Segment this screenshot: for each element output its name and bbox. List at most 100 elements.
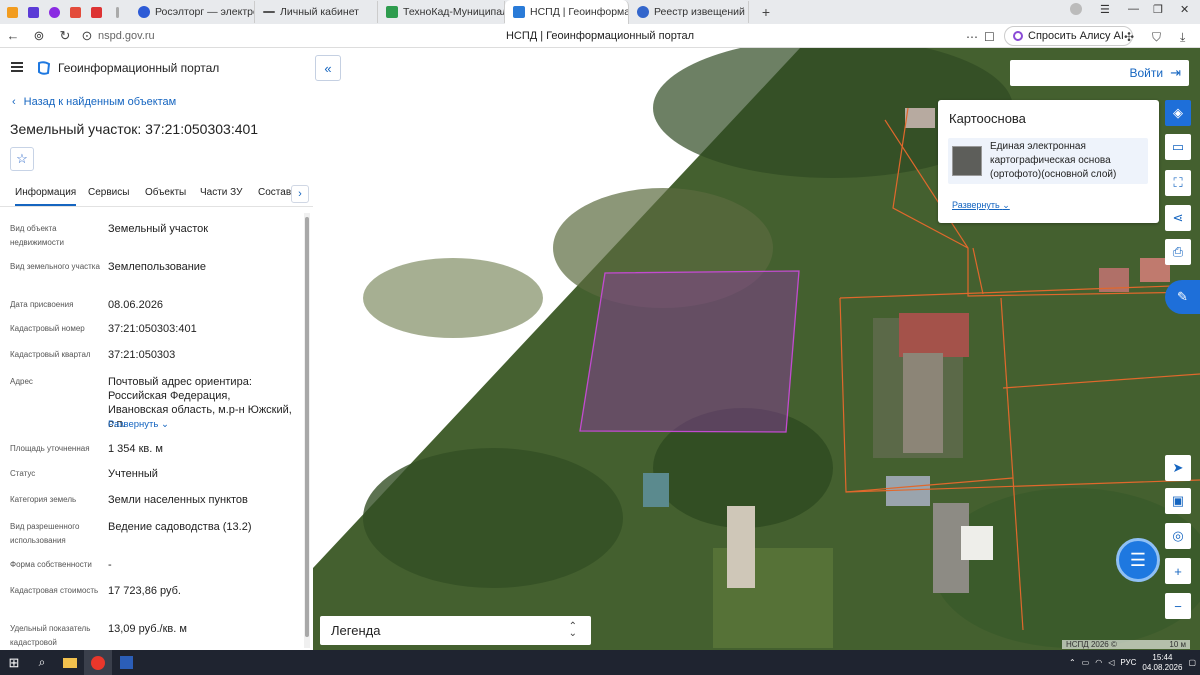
zoom-in-button[interactable]: + — [1165, 558, 1191, 584]
wifi-icon[interactable]: ◠ — [1095, 658, 1102, 667]
app-header: Геоинформационный портал — [0, 48, 313, 88]
select-area-button[interactable]: ⛶ — [1165, 170, 1191, 196]
plus-icon: + — [1174, 563, 1182, 579]
pinned-tab-2[interactable] — [24, 4, 42, 20]
globe-icon — [138, 6, 150, 18]
tab-roseltorg[interactable]: Росэлторг — электронна — [130, 1, 255, 23]
reload-icon[interactable]: ↻ — [52, 28, 78, 44]
selected-parcel-outline[interactable] — [579, 270, 800, 433]
object-info-panel: Геоинформационный портал ‹ Назад к найден… — [0, 48, 313, 650]
star-icon: ☆ — [16, 151, 28, 166]
dash-icon — [263, 11, 275, 13]
minus-icon: − — [1174, 598, 1182, 614]
search-icon[interactable]: ⌕ — [28, 650, 56, 675]
layers-button[interactable]: ◈ — [1165, 100, 1191, 126]
scale-bar: НСПД 2026 © 10 м — [1062, 640, 1190, 649]
address-expand-link[interactable]: Развернуть ⌄ — [108, 418, 293, 432]
chevron-up-icon[interactable]: ⌃ — [1069, 658, 1076, 667]
basemap-layer-item[interactable]: Единая электронная картографическая осно… — [948, 138, 1148, 184]
basemap-expand-link[interactable]: Развернуть ⌄ — [952, 200, 1010, 211]
object-title: Земельный участок: 37:21:050303:401 — [10, 121, 259, 137]
minimize-icon[interactable]: — — [1128, 3, 1139, 15]
zoom-out-button[interactable]: − — [1165, 593, 1191, 619]
back-to-results-link[interactable]: ‹ Назад к найденным объектам — [12, 96, 176, 108]
chevron-down-icon: ⌄ — [161, 419, 169, 430]
start-icon[interactable]: ⊞ — [0, 650, 28, 675]
restore-icon[interactable]: ❐ — [1153, 3, 1163, 16]
print-button[interactable]: ⎙ — [1165, 239, 1191, 265]
pinned-tab-6[interactable] — [108, 4, 126, 20]
minimap-icon: ▣ — [1171, 493, 1185, 508]
pinned-tab-3[interactable] — [45, 4, 63, 20]
basemap-title: Картооснова — [949, 111, 1026, 126]
window-close-icon[interactable]: ✕ — [1180, 3, 1189, 16]
nspd-icon — [513, 6, 525, 18]
tab-personal-cabinet[interactable]: Личный кабинет — [255, 1, 378, 23]
assistant-icon: ✎ — [1177, 289, 1188, 304]
legend-dropdown[interactable]: Легенда ⌃ ⌄ — [320, 616, 591, 645]
measure-button[interactable]: ▭ — [1165, 134, 1191, 160]
tab-composition[interactable]: Состав — [258, 187, 291, 198]
geolocation-button[interactable]: ➤ — [1165, 455, 1191, 481]
tab-objects[interactable]: Объекты — [145, 187, 186, 198]
globe-icon — [637, 6, 649, 18]
ruler-icon: ▭ — [1171, 139, 1185, 154]
new-tab-button[interactable]: + — [757, 3, 775, 21]
favorite-button[interactable]: ☆ — [10, 147, 34, 171]
tab-information[interactable]: Информация — [15, 187, 77, 206]
tab-land-parts[interactable]: Части ЗУ — [200, 187, 242, 198]
assistant-tab-button[interactable]: ✎ — [1165, 280, 1200, 314]
layers-icon: ◈ — [1173, 105, 1183, 120]
system-tray: ⌃ ▭ ◠ ◁ РУС 15:44 04.08.2026 ▢ — [1068, 652, 1196, 673]
url-field[interactable]: nspd.gov.ru — [98, 30, 155, 42]
hamburger-menu-icon[interactable] — [11, 62, 23, 72]
address-bar: ← ⊚ ↻ ⊙ nspd.gov.ru НСПД | Геоинформацио… — [0, 24, 1200, 48]
tab-registry[interactable]: Реестр извещений — [629, 1, 749, 23]
chevron-right-icon: › — [298, 188, 302, 200]
panel-scrollbar[interactable] — [304, 213, 310, 648]
roof-building — [899, 313, 969, 357]
locate-button[interactable]: ◎ — [1165, 523, 1191, 549]
back-arrow-icon[interactable]: ← — [0, 28, 26, 43]
tab-nspd[interactable]: НСПД | Геоинформац × — [505, 0, 629, 24]
extensions-icon[interactable]: ✣ — [1124, 30, 1134, 44]
clock[interactable]: 15:44 04.08.2026 — [1142, 653, 1182, 673]
roof-building — [961, 526, 993, 560]
yandex-browser-icon[interactable] — [84, 650, 112, 675]
ask-alisa-button[interactable]: Спросить Алису AI — [1004, 26, 1133, 46]
display-icon[interactable]: ▭ — [1082, 658, 1090, 667]
menu-icon[interactable]: ☰ — [1100, 3, 1110, 16]
sort-arrows-icon: ⌃ ⌄ — [568, 621, 577, 639]
minimap-button[interactable]: ▣ — [1165, 488, 1191, 514]
pinned-tab-1[interactable] — [3, 4, 21, 20]
profile-icon[interactable] — [1070, 3, 1082, 15]
chat-button[interactable]: ☰ — [1116, 538, 1160, 582]
basemap-thumbnail — [952, 146, 982, 176]
pinned-tab-5[interactable] — [87, 4, 105, 20]
bookmark-icon[interactable]: ☐ — [984, 30, 995, 44]
pinned-tab-4[interactable] — [66, 4, 84, 20]
login-button[interactable]: Войти ⇥ — [1010, 60, 1189, 86]
download-icon[interactable]: ⤓ — [1180, 30, 1185, 45]
notification-icon[interactable]: ▢ — [1188, 658, 1196, 667]
tab-technokad[interactable]: ТехноКад-Муниципалите — [378, 1, 505, 23]
login-icon: ⇥ — [1170, 65, 1181, 80]
select-area-icon: ⛶ — [1173, 175, 1183, 190]
share-button[interactable]: ⋖ — [1165, 205, 1191, 231]
share-icon: ⋖ — [1172, 210, 1184, 225]
tabs-next-button[interactable]: › — [291, 185, 309, 203]
word-icon[interactable] — [112, 650, 140, 675]
volume-icon[interactable]: ◁ — [1108, 658, 1114, 667]
shield-icon[interactable]: ⛉ — [1152, 30, 1161, 45]
tab-services[interactable]: Сервисы — [88, 187, 129, 198]
more-icon[interactable]: ⋯ — [966, 30, 978, 44]
yandex-protect-icon[interactable]: ⊚ — [26, 28, 52, 44]
roof-building — [643, 473, 669, 507]
lock-icon: ⊙ — [81, 27, 93, 43]
info-tabs: Информация Сервисы Объекты Части ЗУ Сост… — [0, 181, 313, 207]
collapse-panel-button[interactable]: « — [315, 55, 341, 81]
print-icon: ⎙ — [1172, 244, 1184, 259]
roof-building — [905, 108, 935, 128]
file-explorer-icon[interactable] — [56, 650, 84, 675]
app-title: Геоинформационный портал — [58, 61, 220, 75]
